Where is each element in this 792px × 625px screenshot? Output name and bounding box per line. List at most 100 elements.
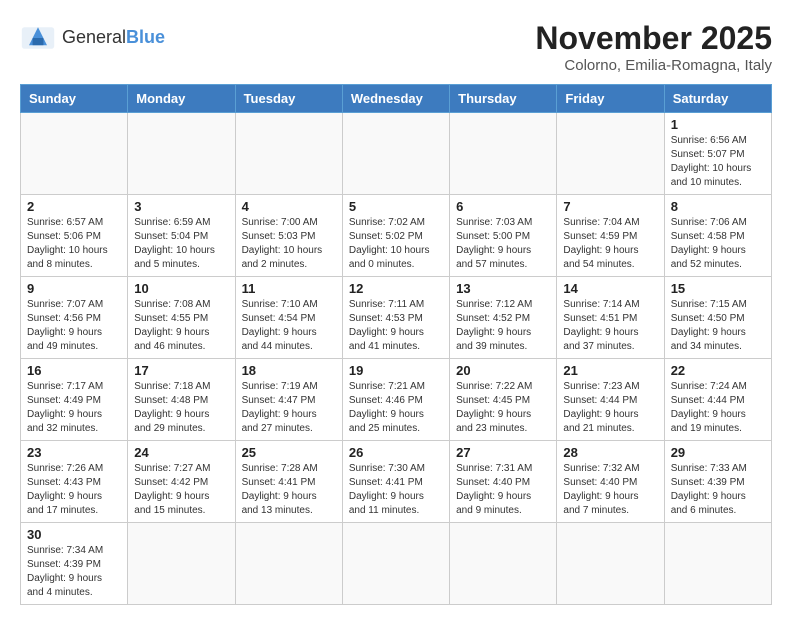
calendar-cell: 16 Sunrise: 7:17 AM Sunset: 4:49 PM Dayli…: [21, 359, 128, 441]
weekday-header-wednesday: Wednesday: [342, 85, 449, 113]
calendar-cell: 29Sunrise: 7:33 AM Sunset: 4:39 PM Dayli…: [664, 441, 771, 523]
calendar-cell: [128, 523, 235, 605]
weekday-header-row: SundayMondayTuesdayWednesdayThursdayFrid…: [21, 85, 772, 113]
day-info: Sunrise: 7:17 AM Sunset: 4:49 PM Dayligh…: [27, 380, 121, 436]
calendar-cell: 30Sunrise: 7:34 AM Sunset: 4:39 PM Dayli…: [21, 523, 128, 605]
day-info: Sunrise: 7:18 AM Sunset: 4:48 PM Dayligh…: [134, 380, 228, 436]
calendar-cell: 10Sunrise: 7:08 AM Sunset: 4:55 PM Dayli…: [128, 277, 235, 359]
day-info: Sunrise: 7:03 AM Sunset: 5:00 PM Dayligh…: [456, 216, 550, 272]
day-info: Sunrise: 7:34 AM Sunset: 4:39 PM Dayligh…: [27, 544, 121, 600]
calendar-cell: 5Sunrise: 7:02 AM Sunset: 5:02 PM Daylig…: [342, 195, 449, 277]
calendar-cell: 2Sunrise: 6:57 AM Sunset: 5:06 PM Daylig…: [21, 195, 128, 277]
calendar-cell: 27 Sunrise: 7:31 AM Sunset: 4:40 PM Dayli…: [450, 441, 557, 523]
day-info: Sunrise: 7:22 AM Sunset: 4:45 PM Dayligh…: [456, 380, 550, 436]
calendar-cell: 24Sunrise: 7:27 AM Sunset: 4:42 PM Dayli…: [128, 441, 235, 523]
calendar-cell: 1 Sunrise: 6:56 AM Sunset: 5:07 PM Daylig…: [664, 113, 771, 195]
day-info: Sunrise: 7:00 AM Sunset: 5:03 PM Dayligh…: [242, 216, 336, 272]
calendar-cell: 7 Sunrise: 7:04 AM Sunset: 4:59 PM Daylig…: [557, 195, 664, 277]
day-info: Sunrise: 7:26 AM Sunset: 4:43 PM Dayligh…: [27, 462, 121, 518]
day-number: 21: [563, 363, 657, 378]
calendar-cell: 18Sunrise: 7:19 AM Sunset: 4:47 PM Dayli…: [235, 359, 342, 441]
day-info: Sunrise: 7:10 AM Sunset: 4:54 PM Dayligh…: [242, 298, 336, 354]
day-info: Sunrise: 7:12 AM Sunset: 4:52 PM Dayligh…: [456, 298, 550, 354]
weekday-header-saturday: Saturday: [664, 85, 771, 113]
day-number: 11: [242, 281, 336, 296]
calendar-cell: [450, 523, 557, 605]
calendar-cell: 3Sunrise: 6:59 AM Sunset: 5:04 PM Daylig…: [128, 195, 235, 277]
calendar-cell: [235, 523, 342, 605]
day-number: 22: [671, 363, 765, 378]
day-number: 13: [456, 281, 550, 296]
calendar-cell: 22Sunrise: 7:24 AM Sunset: 4:44 PM Dayli…: [664, 359, 771, 441]
calendar-cell: 15Sunrise: 7:15 AM Sunset: 4:50 PM Dayli…: [664, 277, 771, 359]
calendar-cell: [128, 113, 235, 195]
day-number: 29: [671, 445, 765, 460]
month-title: November 2025: [535, 20, 772, 57]
day-number: 10: [134, 281, 228, 296]
calendar-cell: 13 Sunrise: 7:12 AM Sunset: 4:52 PM Dayli…: [450, 277, 557, 359]
day-info: Sunrise: 7:21 AM Sunset: 4:46 PM Dayligh…: [349, 380, 443, 436]
calendar-cell: 21 Sunrise: 7:23 AM Sunset: 4:44 PM Dayli…: [557, 359, 664, 441]
week-row-5: 30Sunrise: 7:34 AM Sunset: 4:39 PM Dayli…: [21, 523, 772, 605]
day-number: 2: [27, 199, 121, 214]
day-info: Sunrise: 7:32 AM Sunset: 4:40 PM Dayligh…: [563, 462, 657, 518]
calendar-cell: 19 Sunrise: 7:21 AM Sunset: 4:46 PM Dayli…: [342, 359, 449, 441]
day-number: 17: [134, 363, 228, 378]
logo-icon: [20, 20, 56, 56]
week-row-4: 23 Sunrise: 7:26 AM Sunset: 4:43 PM Dayli…: [21, 441, 772, 523]
day-info: Sunrise: 7:14 AM Sunset: 4:51 PM Dayligh…: [563, 298, 657, 354]
calendar-cell: 6 Sunrise: 7:03 AM Sunset: 5:00 PM Daylig…: [450, 195, 557, 277]
calendar-cell: [342, 523, 449, 605]
calendar-cell: [664, 523, 771, 605]
day-info: Sunrise: 6:56 AM Sunset: 5:07 PM Dayligh…: [671, 134, 765, 190]
calendar-cell: 25 Sunrise: 7:28 AM Sunset: 4:41 PM Dayli…: [235, 441, 342, 523]
calendar-cell: 26 Sunrise: 7:30 AM Sunset: 4:41 PM Dayli…: [342, 441, 449, 523]
day-number: 15: [671, 281, 765, 296]
day-info: Sunrise: 7:27 AM Sunset: 4:42 PM Dayligh…: [134, 462, 228, 518]
day-info: Sunrise: 7:23 AM Sunset: 4:44 PM Dayligh…: [563, 380, 657, 436]
calendar-cell: 14 Sunrise: 7:14 AM Sunset: 4:51 PM Dayli…: [557, 277, 664, 359]
calendar-cell: 23 Sunrise: 7:26 AM Sunset: 4:43 PM Dayli…: [21, 441, 128, 523]
day-number: 16: [27, 363, 121, 378]
day-number: 23: [27, 445, 121, 460]
day-number: 20: [456, 363, 550, 378]
calendar-cell: 17 Sunrise: 7:18 AM Sunset: 4:48 PM Dayli…: [128, 359, 235, 441]
calendar-cell: 4 Sunrise: 7:00 AM Sunset: 5:03 PM Daylig…: [235, 195, 342, 277]
calendar-cell: 28Sunrise: 7:32 AM Sunset: 4:40 PM Dayli…: [557, 441, 664, 523]
week-row-3: 16 Sunrise: 7:17 AM Sunset: 4:49 PM Dayli…: [21, 359, 772, 441]
calendar-cell: 11 Sunrise: 7:10 AM Sunset: 4:54 PM Dayli…: [235, 277, 342, 359]
day-info: Sunrise: 7:28 AM Sunset: 4:41 PM Dayligh…: [242, 462, 336, 518]
day-info: Sunrise: 7:31 AM Sunset: 4:40 PM Dayligh…: [456, 462, 550, 518]
weekday-header-friday: Friday: [557, 85, 664, 113]
day-info: Sunrise: 7:30 AM Sunset: 4:41 PM Dayligh…: [349, 462, 443, 518]
day-number: 19: [349, 363, 443, 378]
calendar-cell: 12 Sunrise: 7:11 AM Sunset: 4:53 PM Dayli…: [342, 277, 449, 359]
day-number: 25: [242, 445, 336, 460]
day-number: 1: [671, 117, 765, 132]
weekday-header-sunday: Sunday: [21, 85, 128, 113]
day-number: 14: [563, 281, 657, 296]
calendar-header: GeneralBlue November 2025 Colorno, Emili…: [20, 20, 772, 74]
calendar-cell: 8Sunrise: 7:06 AM Sunset: 4:58 PM Daylig…: [664, 195, 771, 277]
day-info: Sunrise: 7:11 AM Sunset: 4:53 PM Dayligh…: [349, 298, 443, 354]
day-number: 27: [456, 445, 550, 460]
calendar-cell: [557, 523, 664, 605]
day-number: 4: [242, 199, 336, 214]
weekday-header-thursday: Thursday: [450, 85, 557, 113]
day-info: Sunrise: 7:04 AM Sunset: 4:59 PM Dayligh…: [563, 216, 657, 272]
day-number: 12: [349, 281, 443, 296]
day-number: 6: [456, 199, 550, 214]
weekday-header-tuesday: Tuesday: [235, 85, 342, 113]
day-number: 7: [563, 199, 657, 214]
weekday-header-monday: Monday: [128, 85, 235, 113]
calendar-cell: [557, 113, 664, 195]
calendar-cell: [342, 113, 449, 195]
day-number: 26: [349, 445, 443, 460]
week-row-1: 2Sunrise: 6:57 AM Sunset: 5:06 PM Daylig…: [21, 195, 772, 277]
calendar-table: SundayMondayTuesdayWednesdayThursdayFrid…: [20, 84, 772, 605]
day-info: Sunrise: 7:06 AM Sunset: 4:58 PM Dayligh…: [671, 216, 765, 272]
week-row-0: 1 Sunrise: 6:56 AM Sunset: 5:07 PM Daylig…: [21, 113, 772, 195]
title-block: November 2025 Colorno, Emilia-Romagna, I…: [535, 20, 772, 74]
calendar-cell: [21, 113, 128, 195]
location-title: Colorno, Emilia-Romagna, Italy: [535, 57, 772, 74]
